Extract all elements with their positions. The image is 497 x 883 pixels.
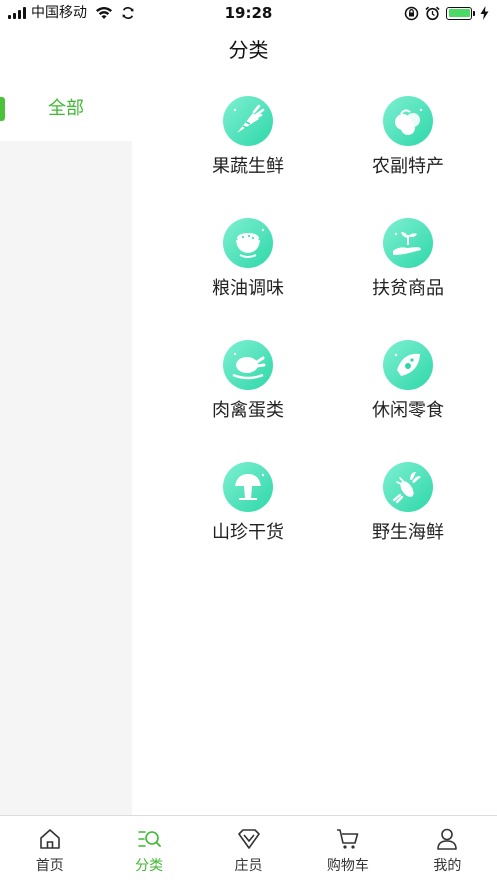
- lobster-icon: [383, 462, 433, 512]
- roast-chicken-icon: [223, 340, 273, 390]
- category-item-wild-seafood[interactable]: 野生海鲜: [348, 444, 468, 554]
- category-label: 粮油调味: [212, 278, 284, 299]
- category-search-icon: [138, 831, 162, 847]
- sidebar-background: [0, 141, 132, 815]
- tab-label: 分类: [135, 858, 164, 874]
- category-item-farm-specialties[interactable]: 农副特产: [348, 78, 468, 188]
- category-item-mountain-dry-goods[interactable]: 山珍干货: [188, 444, 308, 554]
- category-item-grain-oil-seasoning[interactable]: 粮油调味: [188, 200, 308, 310]
- diamond-icon: [237, 829, 260, 849]
- mushroom-icon: [223, 462, 273, 512]
- tab-mine[interactable]: 我的: [398, 816, 497, 883]
- category-label: 野生海鲜: [372, 522, 444, 543]
- category-label: 农副特产: [372, 156, 444, 177]
- page-title: 分类: [228, 38, 269, 62]
- carrot-icon: [223, 96, 273, 146]
- tab-label: 购物车: [326, 858, 369, 874]
- category-label: 休闲零食: [372, 400, 444, 421]
- bottom-tab-bar: 首页 分类 庄员 购物车 我的: [0, 815, 497, 883]
- hand-sprout-icon: [383, 218, 433, 268]
- snack-bag-icon: [383, 340, 433, 390]
- category-label: 果蔬生鲜: [212, 156, 284, 177]
- tab-category[interactable]: 分类: [99, 816, 198, 883]
- category-item-meat-poultry-eggs[interactable]: 肉禽蛋类: [188, 322, 308, 432]
- category-label: 山珍干货: [212, 522, 284, 543]
- produce-basket-icon: [383, 96, 433, 146]
- rice-bowl-icon: [223, 218, 273, 268]
- home-icon: [39, 829, 60, 849]
- tab-cart[interactable]: 购物车: [298, 816, 397, 883]
- cart-icon: [336, 829, 359, 849]
- category-label: 肉禽蛋类: [212, 400, 284, 421]
- tab-home[interactable]: 首页: [0, 816, 99, 883]
- status-bar: 中国移动 19:28: [0, 0, 497, 26]
- sidebar-item-all[interactable]: 全部: [0, 78, 132, 141]
- tab-label: 首页: [35, 858, 64, 874]
- rotation-lock-icon: [404, 6, 419, 20]
- charging-bolt-icon: [480, 6, 489, 20]
- sidebar-item-label: 全部: [48, 98, 84, 119]
- category-item-leisure-snacks[interactable]: 休闲零食: [348, 322, 468, 432]
- alarm-icon: [425, 6, 440, 20]
- category-sidebar: 全部: [0, 78, 132, 815]
- user-icon: [437, 828, 458, 850]
- tab-label: 我的: [433, 858, 462, 874]
- battery-icon: [446, 6, 475, 20]
- status-bar-right: [404, 4, 489, 22]
- category-label: 扶贫商品: [372, 278, 444, 299]
- tab-members[interactable]: 庄员: [199, 816, 298, 883]
- category-item-fruits-vegetables[interactable]: 果蔬生鲜: [188, 78, 308, 188]
- tab-label: 庄员: [234, 858, 263, 874]
- category-item-poverty-relief[interactable]: 扶贫商品: [348, 200, 468, 310]
